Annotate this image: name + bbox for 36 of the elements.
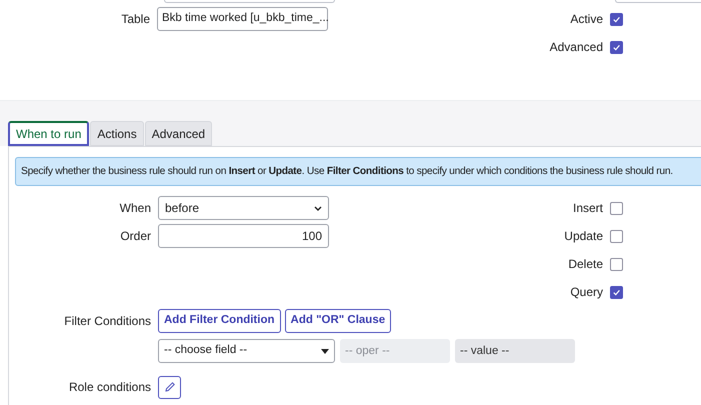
- check-icon: [612, 42, 621, 52]
- when-select[interactable]: before: [158, 196, 329, 220]
- info-message: Specify whether the business rule should run on Insert or Update. Use Filter Conditions to specify under which conditions the business rule should run.: [15, 157, 701, 186]
- field-select[interactable]: -- choose field --: [158, 339, 335, 363]
- tab[interactable]: Advanced: [144, 121, 212, 146]
- checkbox-label: Query: [570, 284, 603, 301]
- checkbox-label: Insert: [572, 200, 603, 217]
- field-label: Table: [120, 11, 151, 28]
- edit-button[interactable]: [158, 376, 181, 398]
- checkbox-label: Advanced: [550, 39, 603, 56]
- table-select[interactable]: Bkb time worked [u_bkb_time_...: [157, 7, 328, 31]
- caret-icon: [321, 348, 329, 354]
- check-icon: [612, 288, 621, 296]
- operator-field[interactable]: -- oper --: [340, 339, 450, 363]
- pencil-icon: [164, 381, 176, 393]
- checkbox[interactable]: [610, 12, 623, 26]
- checkbox-label: Delete: [568, 256, 603, 273]
- checkbox[interactable]: [610, 258, 623, 270]
- filter-button[interactable]: Add "OR" Clause: [284, 309, 392, 333]
- checkbox[interactable]: [610, 202, 623, 214]
- check-icon: [612, 14, 621, 24]
- checkbox[interactable]: [610, 40, 623, 54]
- field-label: Order: [119, 228, 152, 245]
- order-input[interactable]: 100: [158, 224, 329, 248]
- checkbox-label: Active: [570, 11, 603, 28]
- checkbox[interactable]: [610, 230, 623, 242]
- chevron-icon: [314, 206, 322, 210]
- value-field[interactable]: -- value --: [455, 339, 575, 363]
- field-label: Filter Conditions: [63, 313, 152, 330]
- field-label: When: [118, 200, 152, 217]
- filter-button[interactable]: Add Filter Condition: [158, 309, 281, 333]
- tab[interactable]: Actions: [90, 121, 144, 146]
- field-label: Role conditions: [68, 379, 152, 396]
- checkbox-label: Update: [564, 228, 603, 245]
- tab[interactable]: When to run: [8, 121, 90, 146]
- checkbox[interactable]: [610, 286, 623, 298]
